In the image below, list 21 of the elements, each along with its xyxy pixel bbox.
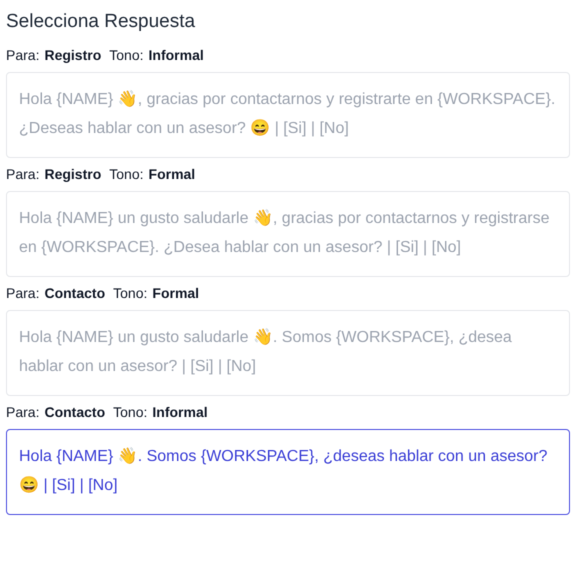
section-title: Selecciona Respuesta xyxy=(6,10,196,34)
tono-label: Tono: xyxy=(113,284,148,302)
tono-value: Informal xyxy=(148,46,204,64)
para-value: Contacto xyxy=(44,402,106,422)
response-option[interactable]: Hola {NAME} 👋. Somos {WORKSPACE}, ¿deseas hablar con un asesor? 😄 | [Si] | [No] xyxy=(6,428,570,514)
tono-value: Formal xyxy=(148,164,196,184)
tono-label: Tono: xyxy=(109,164,144,184)
para-label: Para: xyxy=(6,164,40,184)
response-option[interactable]: Hola {NAME} un gusto saludarle 👋, gracias por contactarnos y registrarse en {WORKSPACE}. ¿Desea hablar con un asesor? | [Si] | [No] xyxy=(6,190,570,276)
response-option[interactable]: Hola {NAME} un gusto saludarle 👋. Somos {WORKSPACE}, ¿desea hablar con un asesor? | [Si] | [No] xyxy=(6,310,570,396)
para-label: Para: xyxy=(6,402,40,422)
tono-label: Tono: xyxy=(113,402,148,422)
para-label: Para: xyxy=(6,284,40,302)
tono-value: Formal xyxy=(152,284,200,302)
para-label: Para: xyxy=(6,46,40,64)
response-option[interactable]: Hola {NAME} 👋, gracias por contactarnos y registrarte en {WORKSPACE}. ¿Deseas hablar con un asesor? 😄 | [Si] | [No] xyxy=(6,72,570,158)
tono-label: Tono: xyxy=(109,46,144,64)
para-value: Registro xyxy=(44,164,102,184)
tono-value: Informal xyxy=(152,402,208,422)
para-value: Registro xyxy=(44,46,102,65)
para-value: Contacto xyxy=(44,284,106,302)
